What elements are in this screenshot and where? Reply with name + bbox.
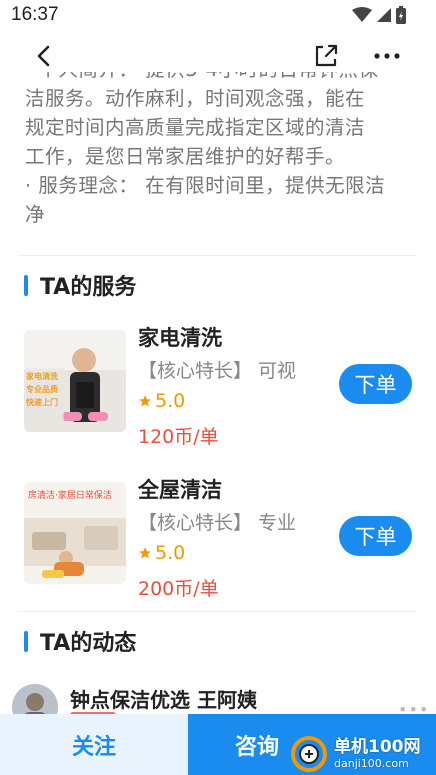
signal-icon [377,8,391,22]
service-name: 家电清洗 [138,326,222,350]
follow-button[interactable]: 关注 [0,714,188,775]
image-caption: 家电清洗 [26,372,58,381]
watermark-url: danji100.com [334,757,409,770]
rating-value: 5.0 [155,542,186,564]
post-author: 钟点保洁优选 王阿姨 [70,688,257,712]
intro-line: · 服务理念： 在有限时间里，提供无限洁 [25,174,386,197]
image-caption: 房清洁·家居日常保洁 [28,491,112,501]
status-bar: 16:37 [0,0,436,30]
order-button[interactable]: 下单 [339,364,412,404]
service-card[interactable]: 房清洁·家居日常保洁 全屋清洁 【核心特长】 专业 5.0 200币/单 下单 [24,474,416,600]
watermark: 单机100网 danji100.com [288,732,436,775]
service-rating: 5.0 [138,390,185,412]
section-title-text: TA的动态 [40,631,137,656]
service-tag: 【核心特长】 可视 [138,360,297,382]
divider [18,611,416,612]
service-name: 全屋清洁 [138,478,222,502]
image-caption: 快速上门 [26,398,58,407]
status-time: 16:37 [11,4,59,25]
service-price: 120币/单 [138,426,219,448]
wifi-icon [352,7,372,22]
status-icons [352,6,406,24]
watermark-name: 单机100网 [334,737,421,757]
image-caption: 专业品质 [26,385,58,394]
more-icon[interactable] [372,42,402,70]
intro-line: 规定时间内高质量完成指定区域的清洁 [25,116,366,139]
rating-value: 5.0 [155,390,186,412]
order-button[interactable]: 下单 [339,516,412,556]
posts-section-title: TA的动态 [24,626,136,656]
section-title-text: TA的服务 [40,275,137,300]
intro-text: · 个人简介： 提供3-4小时的日常钟点保 洁服务。动作麻利，时间观念强，能在 … [25,72,415,232]
services-section-title: TA的服务 [24,270,136,300]
intro-line: 净 [25,203,46,226]
service-rating: 5.0 [138,542,185,564]
service-tag: 【核心特长】 专业 [138,512,297,534]
intro-line: · 个人简介： 提供3-4小时的日常钟点保 [25,72,415,84]
watermark-logo-icon [291,735,327,772]
intro-line: 工作，是您日常家居维护的好帮手。 [25,145,346,168]
star-icon [139,547,151,559]
battery-icon [396,6,406,24]
service-price: 200币/单 [138,578,219,600]
intro-line: 洁服务。动作麻利，时间观念强，能在 [25,87,366,110]
service-image: 房清洁·家居日常保洁 [24,482,126,584]
consult-label: 咨询 [234,734,279,760]
section-accent-bar [24,274,28,296]
service-image: 家电清洗 专业品质 快速上门 [24,330,126,432]
share-icon[interactable] [312,42,340,70]
divider [18,255,416,256]
back-arrow-icon[interactable] [30,42,58,70]
star-icon [139,395,151,407]
section-accent-bar [24,630,28,652]
service-card[interactable]: 家电清洗 专业品质 快速上门 家电清洗 【核心特长】 可视 5.0 120币/单… [24,322,416,448]
